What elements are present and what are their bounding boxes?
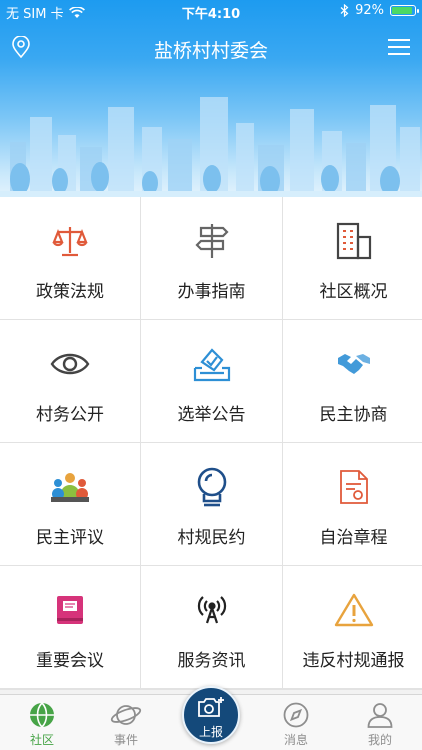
battery-icon [390, 5, 419, 16]
grid-item-label: 自治章程 [319, 528, 388, 548]
grid-item-label: 村规民约 [177, 528, 246, 548]
grid-item-label: 民主评议 [36, 528, 104, 548]
signpost-icon [190, 219, 234, 263]
grid-item-label: 社区概况 [319, 282, 388, 302]
bluetooth-icon [340, 4, 349, 17]
person-icon [338, 700, 422, 730]
grid-item-violation-report[interactable]: 违反村规通报 [283, 566, 422, 688]
tab-label: 事件 [113, 733, 138, 747]
report-button-label: 上报 [198, 725, 223, 739]
building-icon [332, 219, 376, 263]
grid-item-label: 办事指南 [177, 282, 246, 302]
scales-icon [48, 219, 92, 263]
grid-item-village-affairs[interactable]: 村务公开 [0, 320, 140, 442]
tab-community[interactable]: 社区 [0, 695, 84, 750]
tab-label: 社区 [29, 733, 54, 747]
grid-item-policy[interactable]: 政策法规 [0, 197, 140, 319]
grid-item-label: 重要会议 [36, 651, 104, 671]
battery-level [392, 7, 413, 14]
document-icon [332, 465, 376, 509]
grid-item-village-rules[interactable]: 村规民约 [141, 443, 282, 565]
meeting-book-icon [48, 588, 92, 632]
tab-label: 消息 [283, 733, 308, 747]
globe-icon [0, 700, 84, 730]
tab-messages[interactable]: 消息 [254, 695, 338, 750]
grid-item-community-overview[interactable]: 社区概况 [283, 197, 422, 319]
warning-triangle-icon [332, 588, 376, 632]
status-bar: 无 SIM 卡 下午4:10 92% [0, 0, 422, 22]
grid-item-label: 政策法规 [36, 282, 104, 302]
tab-events[interactable]: 事件 [84, 695, 168, 750]
handshake-icon [332, 342, 376, 386]
camera-plus-icon [197, 696, 225, 722]
group-discussion-icon [48, 465, 92, 509]
battery-percent: 92% [355, 3, 384, 18]
compass-icon [254, 700, 338, 730]
tab-profile[interactable]: 我的 [338, 695, 422, 750]
grid-item-label: 选举公告 [177, 405, 246, 425]
grid-item-label: 违反村规通报 [302, 651, 405, 671]
report-button[interactable]: 上报 [182, 686, 240, 744]
grid-item-label: 服务资讯 [177, 651, 246, 671]
grid-item-guide[interactable]: 办事指南 [141, 197, 282, 319]
tab-label: 我的 [367, 733, 392, 747]
navigation-bar: 盐桥村村委会 [0, 26, 422, 70]
planet-icon [84, 700, 168, 730]
lightbulb-icon [190, 465, 234, 509]
feature-grid: 政策法规 办事指南 社区概况 村务公开 选举公告 民主协商 民主评议 村规民约 … [0, 197, 422, 690]
grid-item-label: 村务公开 [36, 405, 104, 425]
grid-item-service-news[interactable]: 服务资讯 [141, 566, 282, 688]
broadcast-antenna-icon [190, 588, 234, 632]
ballot-box-icon [190, 342, 234, 386]
city-skyline-illustration [0, 97, 422, 197]
grid-item-democratic-consultation[interactable]: 民主协商 [283, 320, 422, 442]
grid-item-autonomy-charter[interactable]: 自治章程 [283, 443, 422, 565]
eye-icon [48, 342, 92, 386]
grid-item-election-notice[interactable]: 选举公告 [141, 320, 282, 442]
grid-item-important-meeting[interactable]: 重要会议 [0, 566, 140, 688]
page-title: 盐桥村村委会 [153, 40, 268, 62]
grid-item-label: 民主协商 [319, 405, 388, 425]
grid-item-democratic-review[interactable]: 民主评议 [0, 443, 140, 565]
hamburger-menu-icon[interactable] [388, 39, 410, 59]
